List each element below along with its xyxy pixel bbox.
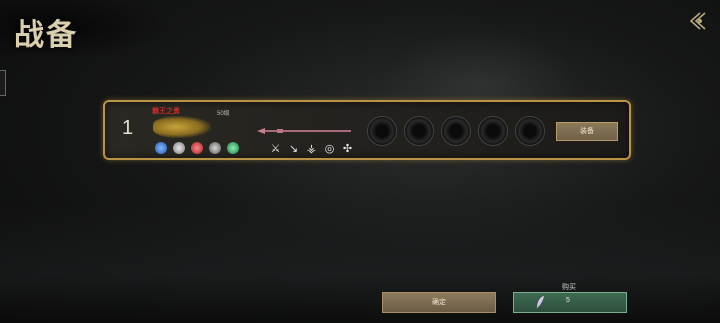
lineup-card[interactable]: 1 霸王之勇 50级 ⚔ ↘ ⚶ ◎ ✣ 装备 — [103, 100, 631, 160]
technique-icon-trident[interactable]: ⚶ — [305, 142, 318, 155]
buy-label: 购买 — [562, 284, 576, 291]
back-arrow-icon[interactable] — [686, 10, 708, 32]
skill-icon-water[interactable] — [155, 142, 167, 154]
technique-icon-target[interactable]: ◎ — [323, 142, 336, 155]
skill-icon-fire[interactable] — [191, 142, 203, 154]
skill-icon-blade[interactable] — [209, 142, 221, 154]
equipment-slot[interactable] — [478, 116, 508, 146]
slot-number: 1 — [122, 117, 134, 139]
equipment-slot[interactable] — [515, 116, 545, 146]
skill-icon-poison[interactable] — [227, 142, 239, 154]
equipment-slot[interactable] — [404, 116, 434, 146]
equip-button[interactable]: 装备 — [556, 122, 618, 141]
hero-level: 50级 — [217, 111, 230, 117]
technique-icon-crossed-blades[interactable]: ⚔ — [269, 142, 282, 155]
equipment-slot[interactable] — [441, 116, 471, 146]
page-title: 战备 — [14, 18, 78, 53]
side-drawer-tab[interactable] — [0, 70, 6, 96]
technique-icon-slash[interactable]: ↘ — [287, 142, 300, 155]
equipment-slot[interactable] — [367, 116, 397, 146]
hero-name: 霸王之勇 — [152, 108, 180, 115]
buy-button[interactable] — [513, 292, 627, 313]
spear-weapon-icon[interactable] — [257, 128, 355, 134]
skill-icons — [155, 142, 239, 154]
feather-icon — [536, 296, 544, 309]
confirm-button[interactable]: 确定 — [382, 292, 496, 313]
skill-icon-wind[interactable] — [173, 142, 185, 154]
buy-price: 5 — [566, 297, 570, 304]
equipment-slots — [367, 116, 545, 146]
technique-icons: ⚔ ↘ ⚶ ◎ ✣ — [269, 142, 354, 155]
technique-icon-cross[interactable]: ✣ — [341, 142, 354, 155]
hero-portrait[interactable] — [153, 116, 211, 138]
